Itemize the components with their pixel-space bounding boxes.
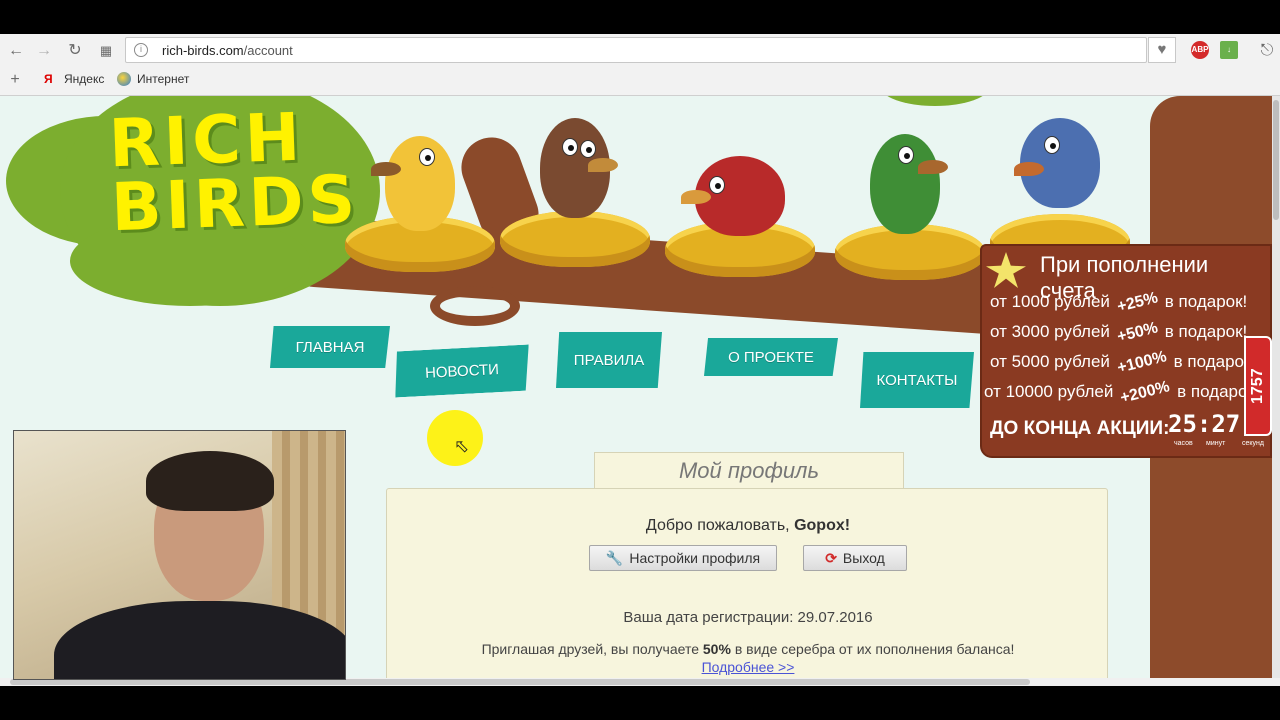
site-info-icon[interactable]: i (134, 43, 148, 57)
welcome-text: Добро пожаловать, (645, 517, 790, 534)
bookmark-label: Яндекс (64, 72, 105, 86)
wrench-icon: 🔧 (605, 549, 624, 566)
bird-eye (709, 176, 725, 194)
adblock-icon[interactable]: ABP (1191, 41, 1209, 59)
apps-grid-icon[interactable]: ▦ (95, 40, 117, 62)
logo-line-2: BIRDS (109, 160, 361, 247)
promo-row: от 5000 рублей +100% в подарок! (990, 348, 1256, 377)
globe-icon (117, 72, 131, 86)
gift-bow-icon (986, 252, 1026, 288)
welcome-message: Добро пожаловать, Gopox! (387, 517, 1109, 535)
nav-glavnaya[interactable]: ГЛАВНАЯ (270, 326, 390, 368)
favorite-heart-icon[interactable]: ♥ (1148, 37, 1176, 63)
nest (500, 211, 650, 267)
promo-amount: от 5000 рублей (990, 352, 1110, 371)
nav-label: ПРАВИЛА (573, 351, 645, 369)
online-counter-badge[interactable]: 1757 (1244, 336, 1272, 436)
nav-label: КОНТАКТЫ (876, 371, 958, 389)
download-arrow-icon[interactable]: ↓ (1220, 41, 1238, 59)
nav-pravila[interactable]: ПРАВИЛА (556, 332, 662, 388)
bird-eye (580, 140, 596, 158)
screen-top-border (0, 0, 1280, 34)
blue-bird-icon (1014, 118, 1100, 208)
promo-bonus: +100% (1115, 348, 1169, 377)
bird-eye (1044, 136, 1060, 154)
webcam-person-hair (146, 451, 274, 511)
webcam-overlay (13, 430, 346, 680)
bird-eye (898, 146, 914, 164)
more-details-link[interactable]: Подробнее >> (387, 659, 1109, 675)
timer-unit-minutes: минут (1206, 440, 1226, 447)
profile-panel: Добро пожаловать, Gopox! 🔧 Настройки про… (386, 488, 1108, 678)
forward-arrow-icon[interactable]: → (33, 40, 55, 62)
username: Gopox! (794, 517, 851, 534)
url-text: rich-birds.com/account (162, 43, 293, 58)
nav-novosti[interactable]: НОВОСТИ (393, 344, 531, 397)
browser-toolbar: ← → ↻ ▦ i rich-birds.com/account ♥ ABP ↓… (0, 34, 1280, 96)
counter-value: 1757 (1249, 368, 1266, 404)
bookmark-internet[interactable]: Интернет (117, 72, 189, 86)
brown-bird-icon (540, 118, 618, 218)
site-logo[interactable]: RICH BIRDS (108, 99, 361, 247)
referral-percent: 50% (702, 641, 731, 657)
promo-amount: от 10000 рублей (984, 382, 1114, 401)
bird-beak (1014, 162, 1044, 176)
promo-row: от 3000 рублей +50% в подарок! (990, 319, 1248, 346)
branch-curl (430, 286, 520, 326)
timer-unit-seconds: секунд (1242, 440, 1264, 447)
download-status-icon[interactable]: ⎋ (1256, 40, 1278, 62)
yandex-icon: Я (44, 72, 53, 86)
promo-countdown: 25:27: (1168, 410, 1255, 438)
promo-row: от 1000 рублей +25% в подарок! (990, 289, 1248, 316)
deposit-bonus-banner[interactable]: При пополнении счета от 1000 рублей +25%… (980, 244, 1272, 458)
referral-text: Приглашая друзей, вы получаете (481, 641, 699, 657)
bird-beak (371, 162, 401, 176)
yellow-bird-icon (371, 136, 455, 231)
bird-eye (562, 138, 578, 156)
bookmark-label: Интернет (137, 72, 190, 86)
nav-label: О ПРОЕКТЕ (728, 348, 814, 366)
bird-eye (419, 148, 435, 166)
bird-beak (588, 158, 618, 172)
promo-suffix: в подарок! (1164, 292, 1248, 311)
reload-icon[interactable]: ↻ (64, 40, 86, 62)
red-bird-icon (681, 156, 785, 236)
add-bookmark-icon[interactable]: + (4, 69, 26, 91)
profile-settings-button[interactable]: 🔧 Настройки профиля (589, 545, 777, 571)
screen-bottom-border (0, 686, 1280, 720)
promo-suffix: в подарок! (1164, 322, 1248, 341)
timer-unit-hours: часов (1174, 440, 1193, 447)
referral-text: в виде серебра от их пополнения баланса! (734, 641, 1015, 657)
promo-bonus: +50% (1115, 319, 1160, 346)
scrollbar-thumb[interactable] (1273, 100, 1279, 220)
bird-beak (918, 160, 948, 174)
nav-label: ГЛАВНАЯ (295, 338, 365, 356)
promo-bonus: +25% (1115, 289, 1160, 316)
profile-tab-title: Мой профиль (594, 452, 904, 490)
logout-button[interactable]: ⟳ Выход (803, 545, 907, 571)
nav-kontakty[interactable]: КОНТАКТЫ (860, 352, 974, 408)
nav-o-proekte[interactable]: О ПРОЕКТЕ (704, 338, 838, 376)
bookmarks-bar: + Я Яндекс Интернет (0, 66, 1280, 96)
promo-amount: от 3000 рублей (990, 322, 1110, 341)
logout-button-label: Выход (842, 550, 885, 566)
bookmark-yandex[interactable]: Я Яндекс (44, 72, 104, 86)
registration-date: Ваша дата регистрации: 29.07.2016 (623, 609, 873, 626)
mouse-cursor-icon: ⬁ (454, 436, 470, 456)
address-bar[interactable]: i rich-birds.com/account (125, 37, 1147, 63)
vertical-scrollbar[interactable] (1272, 96, 1280, 678)
nav-label: НОВОСТИ (424, 360, 500, 382)
promo-bonus: +200% (1118, 378, 1172, 407)
top-leaves (880, 96, 990, 106)
referral-info: Приглашая друзей, вы получаете 50% в вид… (387, 641, 1109, 657)
settings-button-label: Настройки профиля (629, 550, 761, 566)
back-arrow-icon[interactable]: ← (5, 40, 27, 62)
bird-beak (681, 190, 711, 204)
logout-icon: ⟳ (825, 549, 837, 566)
webcam-person-body (54, 601, 345, 679)
promo-timer-label: ДО КОНЦА АКЦИИ: (990, 418, 1170, 439)
green-bird-icon (870, 134, 948, 234)
promo-row: от 10000 рублей +200% в подарок! (984, 378, 1260, 407)
promo-amount: от 1000 рублей (990, 292, 1110, 311)
